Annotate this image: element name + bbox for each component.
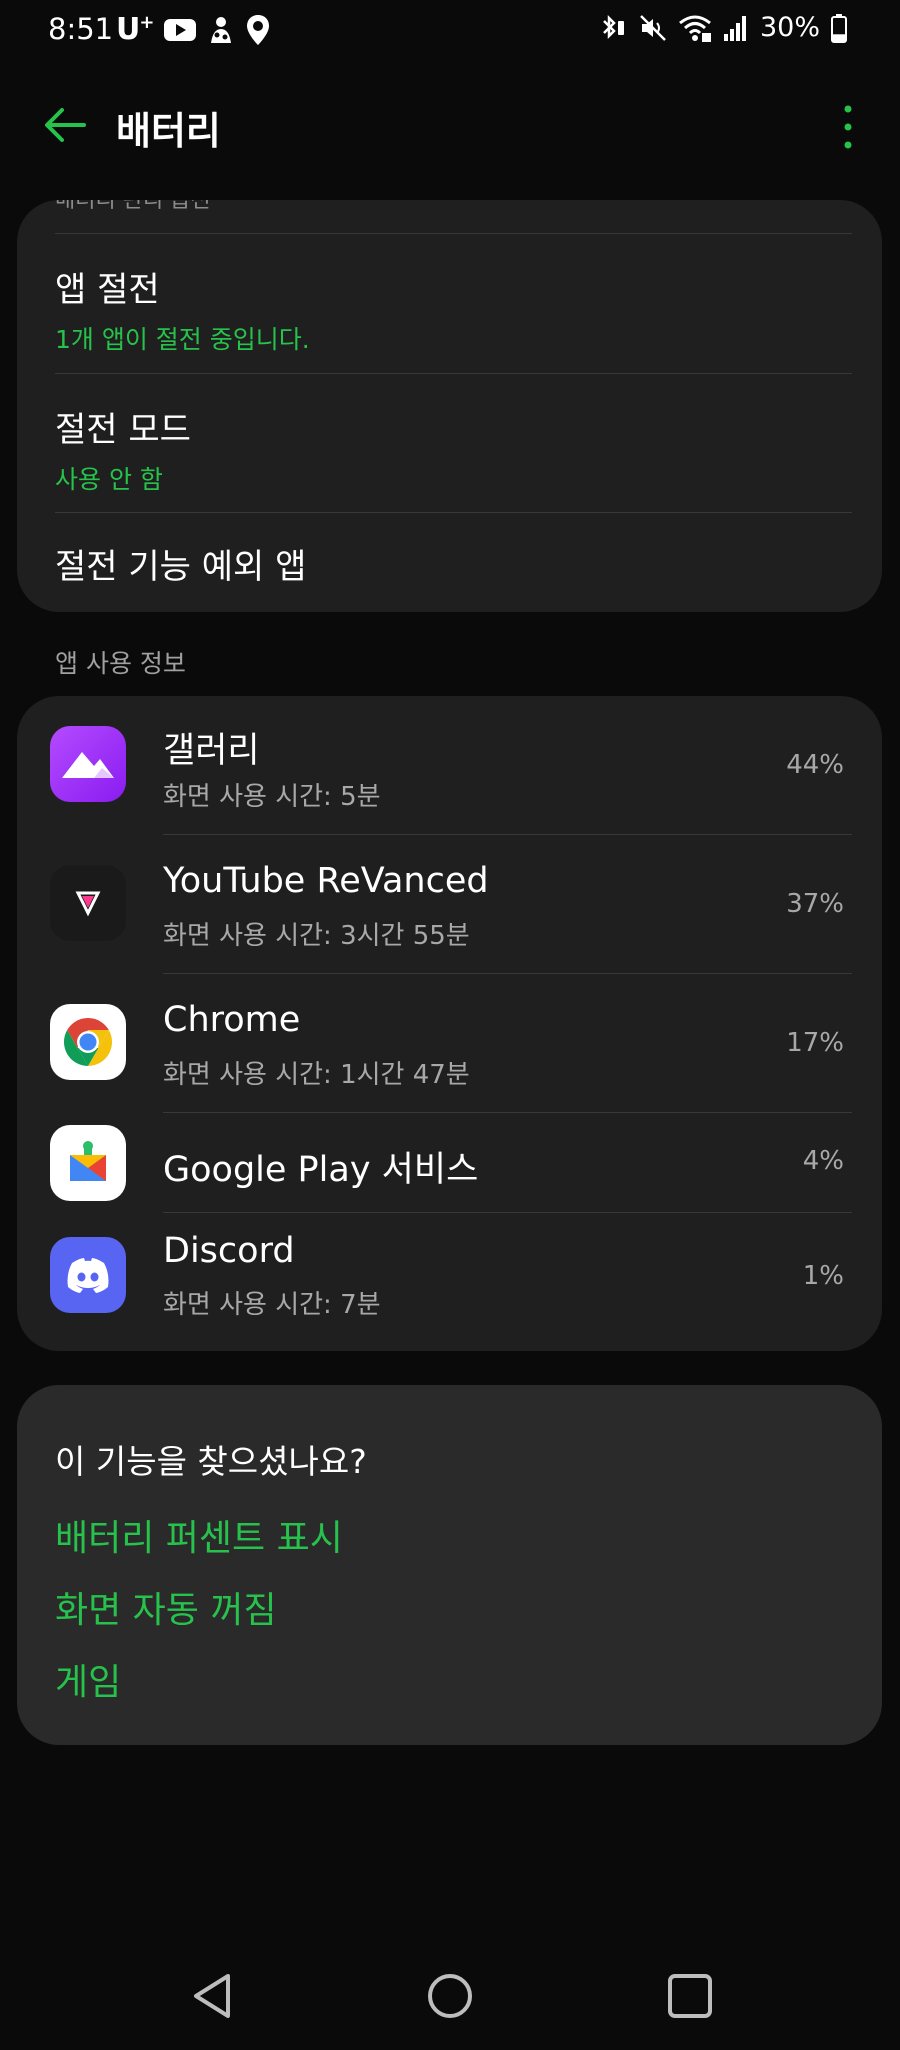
suggestions-card: 이 기능을 찾으셨나요? 배터리 퍼센트 표시 화면 자동 꺼짐 게임 bbox=[17, 1385, 882, 1745]
power-saving-mode-subtitle: 사용 안 함 bbox=[55, 465, 163, 494]
status-right-icons: 30% bbox=[598, 12, 848, 43]
section-label-app-usage: 앱 사용 정보 bbox=[55, 649, 186, 678]
bluetooth-vibrate-icon bbox=[603, 14, 624, 39]
app-usage-percent: 37% bbox=[786, 889, 844, 919]
app-row-google-play-services[interactable]: Google Play 서비스 4% bbox=[17, 1113, 882, 1213]
app-notification-icon bbox=[211, 16, 232, 43]
app-name: 갤러리 bbox=[163, 731, 260, 771]
app-name: Chrome bbox=[163, 1000, 301, 1040]
app-usage-percent: 17% bbox=[786, 1028, 844, 1058]
navigation-bar bbox=[0, 1940, 900, 2050]
gallery-icon bbox=[50, 726, 126, 802]
link-game[interactable]: 게임 bbox=[55, 1653, 121, 1705]
app-name: Discord bbox=[163, 1231, 295, 1271]
status-time: 8:51 bbox=[48, 12, 114, 46]
back-arrow-icon[interactable] bbox=[40, 100, 90, 150]
power-saving-mode-row[interactable]: 절전 모드 사용 안 함 bbox=[17, 374, 882, 513]
home-nav-icon[interactable] bbox=[422, 1968, 478, 2024]
page-title: 배터리 bbox=[116, 109, 221, 153]
carrier-text: U bbox=[116, 12, 140, 47]
app-name: YouTube ReVanced bbox=[163, 861, 489, 901]
chrome-icon bbox=[50, 1004, 126, 1080]
app-usage-percent: 1% bbox=[802, 1261, 844, 1291]
power-saving-mode-title: 절전 모드 bbox=[55, 410, 191, 450]
recents-nav-icon[interactable] bbox=[662, 1968, 718, 2024]
youtube-notification-icon bbox=[164, 18, 197, 41]
exceptions-row[interactable]: 절전 기능 예외 앱 bbox=[17, 513, 882, 612]
app-saving-row[interactable]: 앱 절전 1개 앱이 절전 중입니다. bbox=[17, 234, 882, 373]
carrier-sup: + bbox=[139, 12, 154, 33]
wifi-icon bbox=[679, 15, 711, 42]
carrier-label: U+ bbox=[116, 12, 154, 47]
link-battery-percent[interactable]: 배터리 퍼센트 표시 bbox=[55, 1509, 343, 1561]
exceptions-title: 절전 기능 예외 앱 bbox=[55, 547, 307, 587]
app-usage-detail: 화면 사용 시간: 1시간 47분 bbox=[163, 1060, 470, 1090]
status-left-icons: U+ bbox=[116, 12, 271, 47]
discord-icon bbox=[50, 1237, 126, 1313]
suggestions-title: 이 기능을 찾으셨나요? bbox=[55, 1442, 367, 1481]
app-usage-percent: 4% bbox=[802, 1146, 844, 1176]
app-row-chrome[interactable]: Chrome 화면 사용 시간: 1시간 47분 17% bbox=[17, 974, 882, 1113]
battery-settings-screen: 8:51 U+ 30% 배터리 배터리 관리 옵션 앱 절전 1개 앱이 절전 … bbox=[0, 0, 900, 2050]
mute-icon bbox=[640, 14, 666, 41]
app-row-youtube-revanced[interactable]: YouTube ReVanced 화면 사용 시간: 3시간 55분 37% bbox=[17, 835, 882, 974]
google-play-services-icon bbox=[50, 1125, 126, 1201]
app-usage-percent: 44% bbox=[786, 750, 844, 780]
cut-off-section-text: 배터리 관리 옵션 bbox=[55, 200, 211, 213]
link-screen-timeout[interactable]: 화면 자동 꺼짐 bbox=[55, 1581, 277, 1633]
power-options-card: 배터리 관리 옵션 앱 절전 1개 앱이 절전 중입니다. 절전 모드 사용 안… bbox=[17, 200, 882, 612]
app-saving-title: 앱 절전 bbox=[55, 270, 160, 310]
app-saving-subtitle: 1개 앱이 절전 중입니다. bbox=[55, 325, 310, 354]
status-bar: 8:51 U+ 30% bbox=[0, 0, 900, 62]
app-usage-detail: 화면 사용 시간: 3시간 55분 bbox=[163, 921, 470, 951]
battery-icon bbox=[831, 13, 847, 43]
app-usage-detail: 화면 사용 시간: 7분 bbox=[163, 1290, 381, 1320]
back-nav-icon[interactable] bbox=[184, 1968, 240, 2024]
youtube-revanced-icon bbox=[50, 865, 126, 941]
more-options-icon[interactable] bbox=[836, 102, 860, 152]
location-icon bbox=[247, 14, 270, 45]
app-bar: 배터리 bbox=[0, 80, 900, 170]
signal-icon bbox=[723, 15, 746, 41]
app-row-gallery[interactable]: 갤러리 화면 사용 시간: 5분 44% bbox=[17, 696, 882, 835]
app-row-discord[interactable]: Discord 화면 사용 시간: 7분 1% bbox=[17, 1213, 882, 1351]
app-usage-detail: 화면 사용 시간: 5분 bbox=[163, 782, 381, 812]
battery-percent: 30% bbox=[759, 12, 820, 43]
app-usage-card: 갤러리 화면 사용 시간: 5분 44% YouTube ReVanced 화면… bbox=[17, 696, 882, 1351]
app-name: Google Play 서비스 bbox=[163, 1150, 479, 1190]
